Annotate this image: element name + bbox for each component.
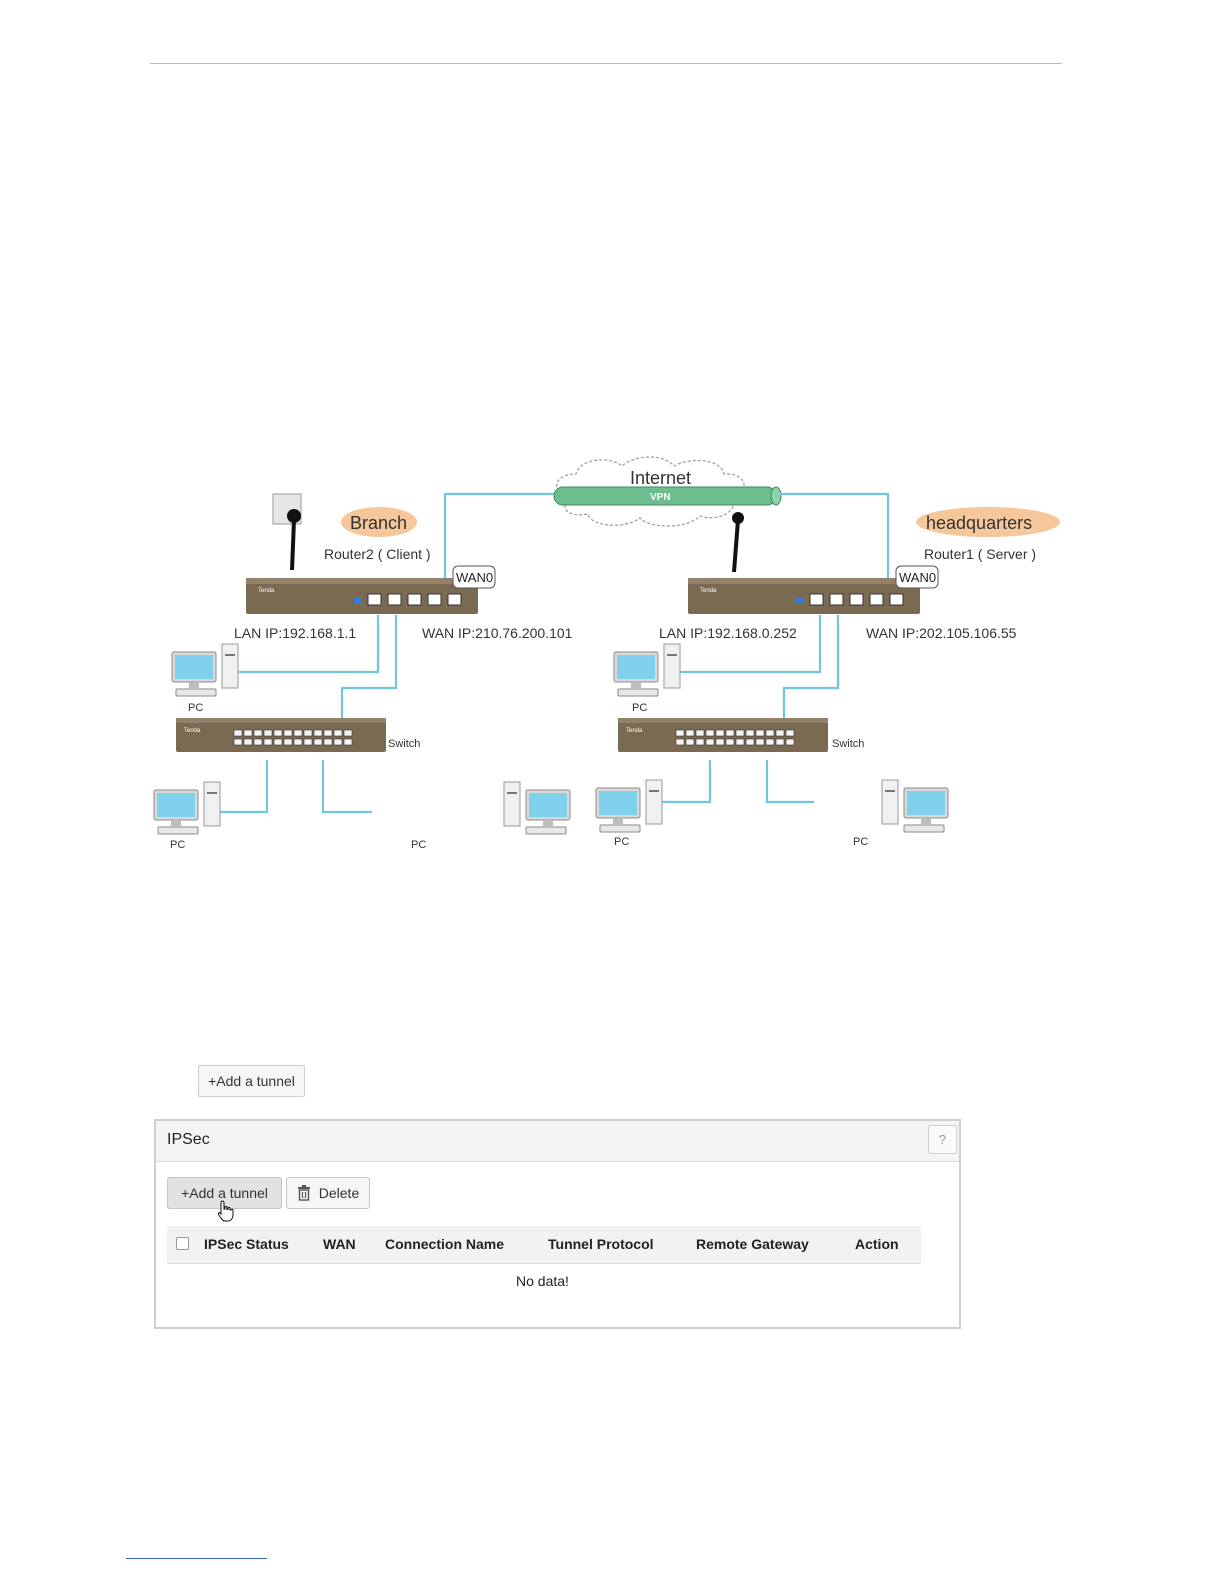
pc-label: PC: [188, 702, 203, 714]
power-plug-icon: [732, 512, 744, 573]
pc-label: PC: [170, 839, 185, 851]
trash-icon: [297, 1185, 310, 1201]
footer-link-underline: [126, 1558, 267, 1559]
svg-text:WAN0: WAN0: [899, 570, 936, 585]
branch-router: Tenda: [245, 577, 479, 615]
branch-router-label: Router2 ( Client ): [324, 546, 431, 562]
ipsec-panel: IPSec ? +Add a tunnel Delete IPSec Statu…: [154, 1119, 961, 1329]
column-connection-name: Connection Name: [385, 1236, 505, 1252]
pc-icon: [153, 781, 221, 835]
internet-label: Internet: [630, 468, 691, 488]
hq-switch: Tenda: [617, 717, 829, 753]
hq-lan-ip: LAN IP:192.168.0.252: [659, 625, 797, 641]
branch-lan-ip: LAN IP:192.168.1.1: [234, 625, 356, 641]
hq-tag: headquarters: [916, 507, 1060, 537]
hq-wan-ip: WAN IP:202.105.106.55: [866, 625, 1017, 641]
branch-switch-label: Switch: [388, 738, 420, 750]
svg-text:Tenda: Tenda: [258, 588, 275, 594]
pc-icon: [503, 781, 571, 835]
network-cables: [218, 492, 890, 814]
hq-switch-label: Switch: [832, 738, 864, 750]
svg-text:Branch: Branch: [350, 513, 407, 533]
vpn-label: VPN: [650, 492, 671, 503]
pc-label: PC: [632, 702, 647, 714]
add-tunnel-button-inline[interactable]: +Add a tunnel: [198, 1065, 305, 1097]
hq-wan0-callout: WAN0: [895, 565, 939, 589]
panel-title: IPSec: [167, 1131, 210, 1148]
svg-text:WAN0: WAN0: [456, 570, 493, 585]
pc-label: PC: [853, 836, 868, 848]
svg-text:Tenda: Tenda: [626, 728, 643, 734]
svg-text:headquarters: headquarters: [926, 513, 1032, 533]
delete-label: Delete: [318, 1185, 360, 1201]
pc-icon: [595, 779, 663, 833]
help-button[interactable]: ?: [928, 1125, 957, 1154]
branch-tag: Branch: [341, 507, 417, 537]
delete-button[interactable]: Delete: [286, 1177, 370, 1209]
pc-icon: [613, 643, 681, 697]
empty-table-message: No data!: [516, 1273, 569, 1289]
branch-wan0-callout: WAN0: [452, 565, 496, 589]
pc-label: PC: [614, 836, 629, 848]
hq-router: Tenda: [687, 577, 921, 615]
column-ipsec-status: IPSec Status: [204, 1236, 289, 1252]
branch-switch: Tenda: [175, 717, 387, 753]
hq-router-label: Router1 ( Server ): [924, 546, 1036, 562]
pc-icon: [881, 779, 949, 833]
svg-text:Tenda: Tenda: [184, 728, 201, 734]
column-remote-gateway: Remote Gateway: [696, 1236, 809, 1252]
panel-header: IPSec ?: [156, 1121, 959, 1162]
column-wan: WAN: [323, 1236, 356, 1252]
select-all-checkbox[interactable]: [176, 1237, 189, 1250]
column-action: Action: [855, 1236, 899, 1252]
table-header: IPSec Status WAN Connection Name Tunnel …: [167, 1226, 921, 1264]
power-outlet-icon: [272, 493, 302, 571]
pc-icon: [171, 643, 239, 697]
pc-label: PC: [411, 839, 426, 851]
vpn-tunnel: VPN: [553, 486, 782, 506]
svg-text:Tenda: Tenda: [700, 588, 717, 594]
hand-cursor-icon: [217, 1200, 234, 1222]
column-tunnel-protocol: Tunnel Protocol: [548, 1236, 654, 1252]
header-rule: [150, 63, 1062, 64]
vpn-topology-diagram: Internet VPN Branch headquarters Router2…: [153, 456, 1060, 851]
branch-wan-ip: WAN IP:210.76.200.101: [422, 625, 573, 641]
